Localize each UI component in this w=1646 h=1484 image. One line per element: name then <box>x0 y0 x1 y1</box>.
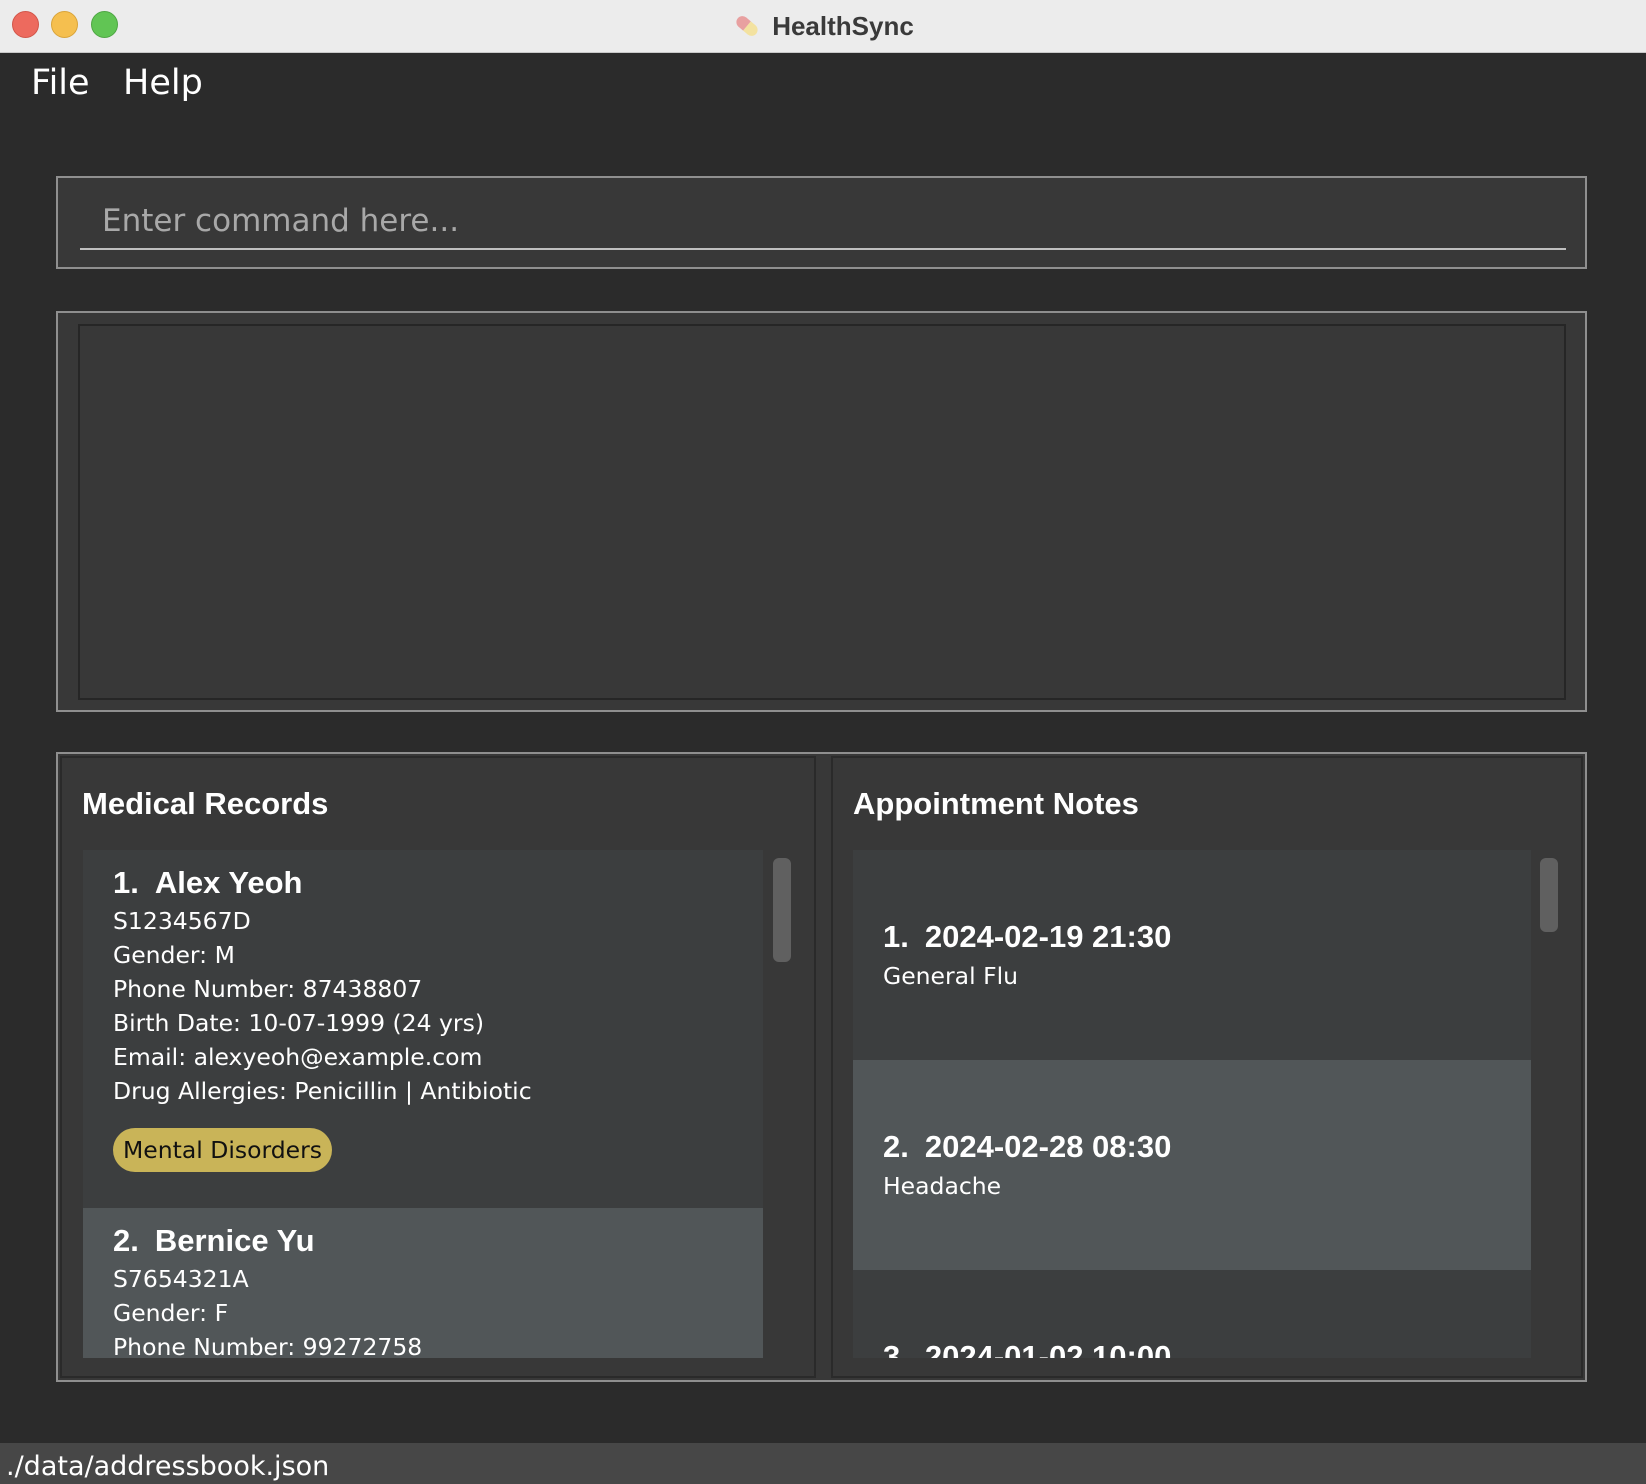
patient-nric: S1234567D <box>113 907 251 935</box>
patient-index: 2. <box>113 1223 139 1258</box>
command-input[interactable] <box>80 194 1566 250</box>
list-item[interactable]: 2. 2024-02-28 08:30 Headache <box>853 1060 1531 1270</box>
list-item[interactable]: 1. 2024-02-19 21:30 General Flu <box>853 850 1531 1060</box>
patient-email: Email: alexyeoh@example.com <box>113 1043 483 1071</box>
result-display-box <box>56 311 1587 712</box>
appointment-index: 3. <box>883 1339 909 1358</box>
result-display <box>78 324 1566 700</box>
patient-nric: S7654321A <box>113 1265 249 1293</box>
medical-records-title: Medical Records <box>82 786 329 821</box>
list-item[interactable]: 3. 2024-01-02 10:00 <box>853 1270 1531 1358</box>
appointment-notes-panel: Appointment Notes 1. 2024-02-19 21:30 Gen… <box>831 756 1583 1378</box>
appointment-note: Headache <box>883 1172 1002 1200</box>
menu-help[interactable]: Help <box>123 63 203 103</box>
appointment-notes-scrollbar[interactable] <box>1538 850 1560 1358</box>
condition-tag: Mental Disorders <box>113 1128 333 1172</box>
menu-file[interactable]: File <box>31 63 90 103</box>
medical-records-list[interactable]: 1. Alex Yeoh S1234567D Gender: M Phone Nu… <box>83 850 763 1358</box>
pill-icon <box>736 16 758 36</box>
patient-name: Bernice Yu <box>154 1223 315 1258</box>
patient-gender: Gender: M <box>113 941 235 969</box>
appointment-datetime: 2024-02-19 21:30 <box>924 919 1172 954</box>
patient-name: Alex Yeoh <box>154 865 303 900</box>
appointment-note: General Flu <box>883 962 1019 990</box>
patient-drug-allergies: Drug Allergies: Penicillin | Antibiotic <box>113 1077 532 1105</box>
title-bar: HealthSync <box>0 0 1646 53</box>
patient-phone: Phone Number: 99272758 <box>113 1333 423 1358</box>
patient-header: 1. Alex Yeoh <box>113 864 763 902</box>
patient-birth-date: Birth Date: 10-07-1999 (24 yrs) <box>113 1009 485 1037</box>
medical-records-panel: Medical Records 1. Alex Yeoh S1234567D Ge… <box>60 756 816 1378</box>
lists-container: Medical Records 1. Alex Yeoh S1234567D Ge… <box>56 752 1587 1382</box>
medical-records-scrollbar[interactable] <box>771 850 793 1358</box>
patient-phone: Phone Number: 87438807 <box>113 975 423 1003</box>
patient-header: 2. Bernice Yu <box>113 1222 763 1260</box>
appointment-notes-title: Appointment Notes <box>853 786 1139 821</box>
menu-bar: File Help <box>0 53 1646 121</box>
appointment-index: 2. <box>883 1129 909 1164</box>
appointment-header: 3. 2024-01-02 10:00 <box>883 1338 1531 1358</box>
appointment-header: 2. 2024-02-28 08:30 <box>883 1128 1531 1166</box>
appointment-datetime: 2024-02-28 08:30 <box>924 1129 1172 1164</box>
status-bar: ./data/addressbook.json <box>0 1443 1646 1484</box>
list-item[interactable]: 2. Bernice Yu S7654321A Gender: F Phone N… <box>83 1208 763 1358</box>
appointment-datetime: 2024-01-02 10:00 <box>924 1339 1172 1358</box>
appointment-index: 1. <box>883 919 909 954</box>
scroll-thumb[interactable] <box>1540 858 1558 932</box>
scroll-thumb[interactable] <box>773 858 791 962</box>
list-item[interactable]: 1. Alex Yeoh S1234567D Gender: M Phone Nu… <box>83 850 763 1208</box>
save-file-path: ./data/addressbook.json <box>6 1451 330 1482</box>
window-title: HealthSync <box>772 10 914 41</box>
command-box <box>56 176 1587 269</box>
patient-index: 1. <box>113 865 139 900</box>
patient-gender: Gender: F <box>113 1299 229 1327</box>
appointment-header: 1. 2024-02-19 21:30 <box>883 918 1531 956</box>
appointment-notes-list[interactable]: 1. 2024-02-19 21:30 General Flu 2. 2024-02… <box>853 850 1531 1358</box>
